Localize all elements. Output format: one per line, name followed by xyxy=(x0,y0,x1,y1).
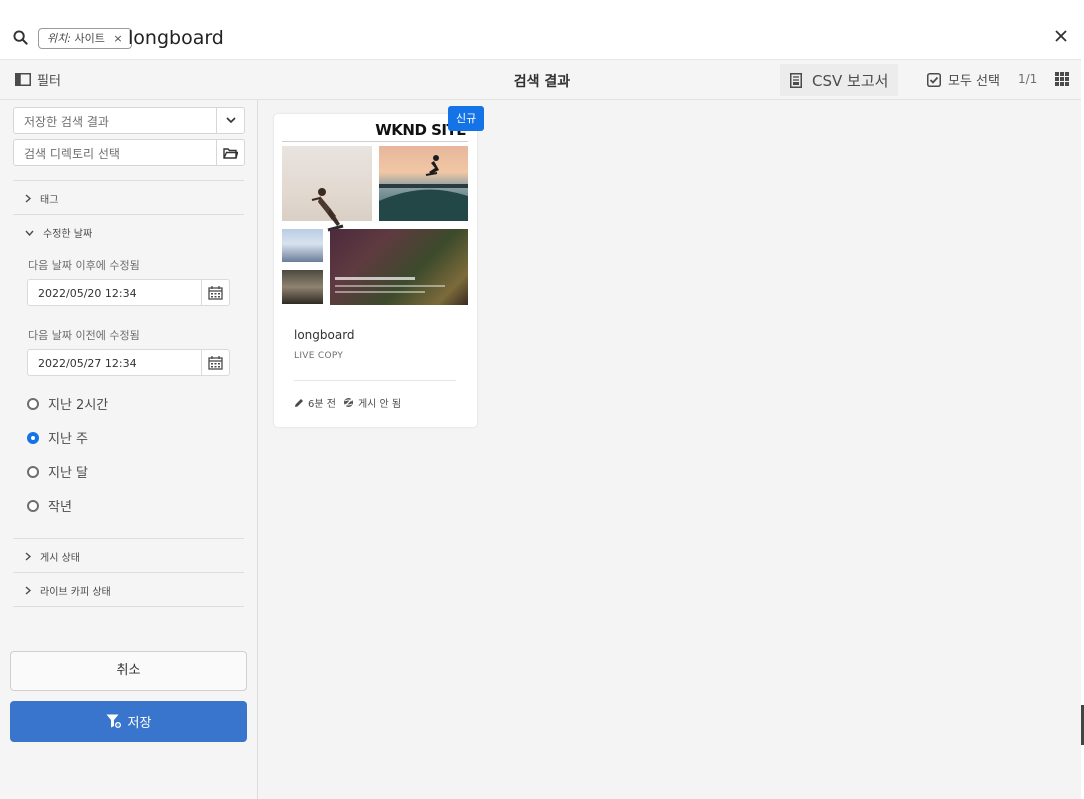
new-badge: 신규 xyxy=(448,106,485,131)
accordion-tags[interactable]: 태그 xyxy=(25,191,58,206)
filter-label: 필터 xyxy=(37,74,61,89)
card-thumbnail: WKND SITE xyxy=(282,117,468,305)
divider xyxy=(13,572,244,573)
accordion-publish-status-label: 게시 상태 xyxy=(40,553,80,564)
modified-before-field[interactable]: 2022/05/27 12:34 xyxy=(27,349,230,376)
radio-last-week[interactable]: 지난 주 xyxy=(27,428,88,447)
select-all-label: 모두 선택 xyxy=(948,74,1000,89)
report-icon xyxy=(790,72,802,88)
csv-label: CSV 보고서 xyxy=(812,71,889,90)
radio-label: 지난 주 xyxy=(48,432,89,447)
divider xyxy=(294,380,456,381)
view-grid-icon[interactable] xyxy=(1055,72,1069,86)
location-tag[interactable]: 위치: 사이트 × xyxy=(38,28,132,49)
location-tag-value: 사이트 xyxy=(74,32,105,45)
search-bar: 위치: 사이트 × longboard xyxy=(0,0,1084,60)
save-button[interactable]: 저장 xyxy=(10,701,247,742)
card-meta: 6분 전 게시 안 됨 xyxy=(294,395,401,410)
chevron-right-icon xyxy=(25,194,31,203)
radio-dot xyxy=(27,397,39,410)
divider xyxy=(13,606,244,607)
saved-search-label: 저장한 검색 결과 xyxy=(24,115,109,129)
radio-dot-selected xyxy=(27,431,39,444)
publish-state: 게시 안 됨 xyxy=(357,399,402,410)
csv-report-button[interactable]: CSV 보고서 xyxy=(780,64,899,96)
search-input[interactable]: longboard xyxy=(128,26,224,50)
saved-search-select[interactable]: 저장한 검색 결과 xyxy=(13,107,245,134)
radio-last-year[interactable]: 작년 xyxy=(27,496,72,515)
divider xyxy=(13,214,244,215)
modified-time: 6분 전 xyxy=(308,399,336,410)
accordion-modified-date[interactable]: 수정한 날짜 xyxy=(25,225,92,240)
accordion-modified-date-label: 수정한 날짜 xyxy=(43,229,93,240)
radio-dot xyxy=(27,465,39,478)
radio-last-month[interactable]: 지난 달 xyxy=(27,462,88,481)
tag-remove-icon[interactable]: × xyxy=(113,32,122,45)
modified-before-label: 다음 날짜 이전에 수정됨 xyxy=(28,329,140,342)
action-bar: 필터 검색 결과 CSV 보고서 모두 선택 1/1 xyxy=(0,60,1084,100)
cancel-button[interactable]: 취소 xyxy=(10,651,247,691)
folder-icon[interactable] xyxy=(216,140,244,165)
radio-dot xyxy=(27,499,39,512)
card-title: longboard xyxy=(294,328,355,342)
page-count: 1/1 xyxy=(1018,72,1038,86)
filter-toggle-button[interactable]: 필터 xyxy=(15,70,61,89)
landscape-photo xyxy=(282,270,323,304)
page-title: 검색 결과 xyxy=(513,74,571,90)
accordion-publish-status[interactable]: 게시 상태 xyxy=(25,549,80,564)
modified-after-field[interactable]: 2022/05/20 12:34 xyxy=(27,279,230,306)
radio-label: 작년 xyxy=(48,500,72,515)
chevron-down-icon xyxy=(25,230,34,236)
filter-sidebar: 저장한 검색 결과 검색 디렉토리 선택 태그 수정한 날짜 다음 날짜 이후에… xyxy=(0,100,258,799)
result-card[interactable]: WKND SITE longboard LIVE COPY 6분 전 게시 안 … xyxy=(274,114,477,427)
chevron-right-icon xyxy=(25,552,31,561)
calendar-icon[interactable] xyxy=(201,350,229,375)
filter-save-icon xyxy=(106,714,122,729)
accordion-live-copy-status[interactable]: 라이브 카피 상태 xyxy=(25,583,111,598)
radio-label: 지난 2시간 xyxy=(48,398,109,413)
divider xyxy=(13,180,244,181)
radio-last-2-hours[interactable]: 지난 2시간 xyxy=(27,394,108,413)
globe-unpublished-icon xyxy=(343,397,354,408)
chevron-right-icon xyxy=(25,586,31,595)
rail-icon xyxy=(15,73,31,86)
mountain-photo xyxy=(282,229,323,262)
modified-before-value: 2022/05/27 12:34 xyxy=(38,357,137,370)
modified-after-label: 다음 날짜 이후에 수정됨 xyxy=(28,259,140,272)
checkbox-icon xyxy=(927,72,941,87)
card-subtitle: LIVE COPY xyxy=(294,351,344,361)
close-icon[interactable] xyxy=(1054,29,1068,43)
directory-picker[interactable]: 검색 디렉토리 선택 xyxy=(13,139,245,166)
accordion-tags-label: 태그 xyxy=(40,195,59,206)
divider xyxy=(13,538,244,539)
accordion-live-copy-status-label: 라이브 카피 상태 xyxy=(40,587,111,598)
divider xyxy=(282,141,468,142)
location-tag-label: 위치: xyxy=(47,32,71,45)
save-label: 저장 xyxy=(127,716,152,731)
radio-label: 지난 달 xyxy=(48,466,89,481)
skater-photo xyxy=(282,146,372,232)
search-icon xyxy=(13,30,28,45)
modified-after-value: 2022/05/20 12:34 xyxy=(38,287,137,300)
pencil-icon xyxy=(295,398,303,407)
calendar-icon[interactable] xyxy=(201,280,229,305)
select-all-button[interactable]: 모두 선택 xyxy=(927,70,1000,89)
skatepark-photo xyxy=(379,146,468,221)
chevron-down-icon[interactable] xyxy=(216,108,244,133)
canyon-photo xyxy=(330,229,468,305)
directory-picker-label: 검색 디렉토리 선택 xyxy=(24,147,120,161)
